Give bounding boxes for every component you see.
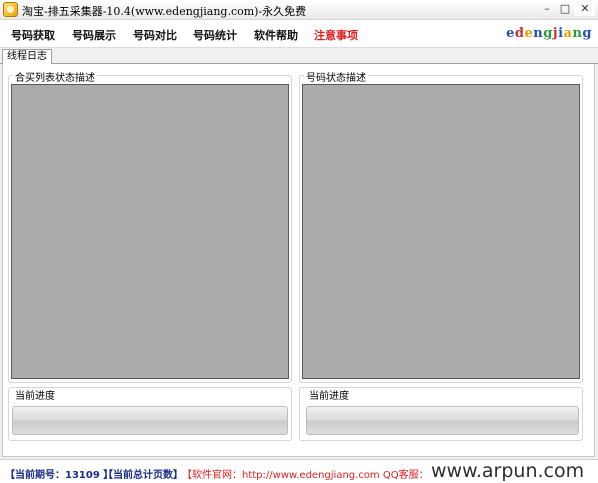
status-bar: 【当前期号：13109 】 【当前总计页数】 【软件官网：http://www.… <box>0 459 598 483</box>
group-number-status: 号码状态描述 <box>299 69 583 383</box>
tab-thread-log[interactable]: 线程日志 <box>2 49 52 65</box>
brand-logo-letter: e <box>524 26 534 41</box>
group-combined-list-status: 合买列表状态描述 <box>8 69 292 383</box>
group-title-combined-list-status: 合买列表状态描述 <box>13 69 97 84</box>
menu-bar: 号码获取 号码展示 号码对比 号码统计 软件帮助 注意事项 edengjiang <box>0 20 598 48</box>
brand-logo-letter: a <box>563 26 573 41</box>
menu-item-number-display[interactable]: 号码展示 <box>72 27 116 43</box>
brand-logo-letter: g <box>543 26 553 41</box>
right-progress-label: 当前进度 <box>309 391 349 402</box>
brand-logo-letter: e <box>506 26 515 41</box>
maximize-icon[interactable]: □ <box>557 1 573 16</box>
menu-item-number-fetch[interactable]: 号码获取 <box>11 27 55 43</box>
status-total-pages: 【当前总计页数】 <box>103 470 183 481</box>
app-icon <box>3 2 18 17</box>
group-left-progress: 当前进度 <box>8 387 292 441</box>
watermark-text: www.arpun.com <box>422 460 598 483</box>
group-title-number-status: 号码状态描述 <box>304 69 368 84</box>
brand-logo-letter: d <box>514 26 525 41</box>
menu-item-number-compare[interactable]: 号码对比 <box>133 27 177 43</box>
status-current-issue: 【当前期号：13109 】 <box>5 470 114 481</box>
right-progress-bar <box>306 406 579 435</box>
menu-item-notices[interactable]: 注意事项 <box>314 27 358 43</box>
brand-logo-letter: g <box>582 26 592 41</box>
tab-page-thread-log: 合买列表状态描述 当前进度 号码状态描述 当前进度 <box>2 64 595 457</box>
number-status-log-area[interactable] <box>302 84 580 379</box>
left-progress-label: 当前进度 <box>15 391 55 402</box>
window-title: 淘宝-排五采集器-10.4(www.edengjiang.com)-永久免费 <box>22 5 307 18</box>
left-progress-bar <box>12 406 288 435</box>
brand-logo: edengjiang <box>506 26 592 41</box>
title-bar[interactable]: 淘宝-排五采集器-10.4(www.edengjiang.com)-永久免费 –… <box>0 0 598 20</box>
brand-logo-letter: n <box>533 26 544 41</box>
tab-strip: 线程日志 <box>0 48 598 65</box>
combined-list-log-area[interactable] <box>11 84 289 379</box>
minimize-icon[interactable]: – <box>539 1 555 16</box>
menu-item-number-stats[interactable]: 号码统计 <box>193 27 237 43</box>
close-icon[interactable]: ✕ <box>575 1 595 16</box>
app-window: 淘宝-排五采集器-10.4(www.edengjiang.com)-永久免费 –… <box>0 0 598 483</box>
menu-item-software-help[interactable]: 软件帮助 <box>254 27 298 43</box>
brand-logo-letter: n <box>572 26 583 41</box>
window-controls: – □ ✕ <box>539 1 595 18</box>
group-right-progress: 当前进度 <box>299 387 583 441</box>
